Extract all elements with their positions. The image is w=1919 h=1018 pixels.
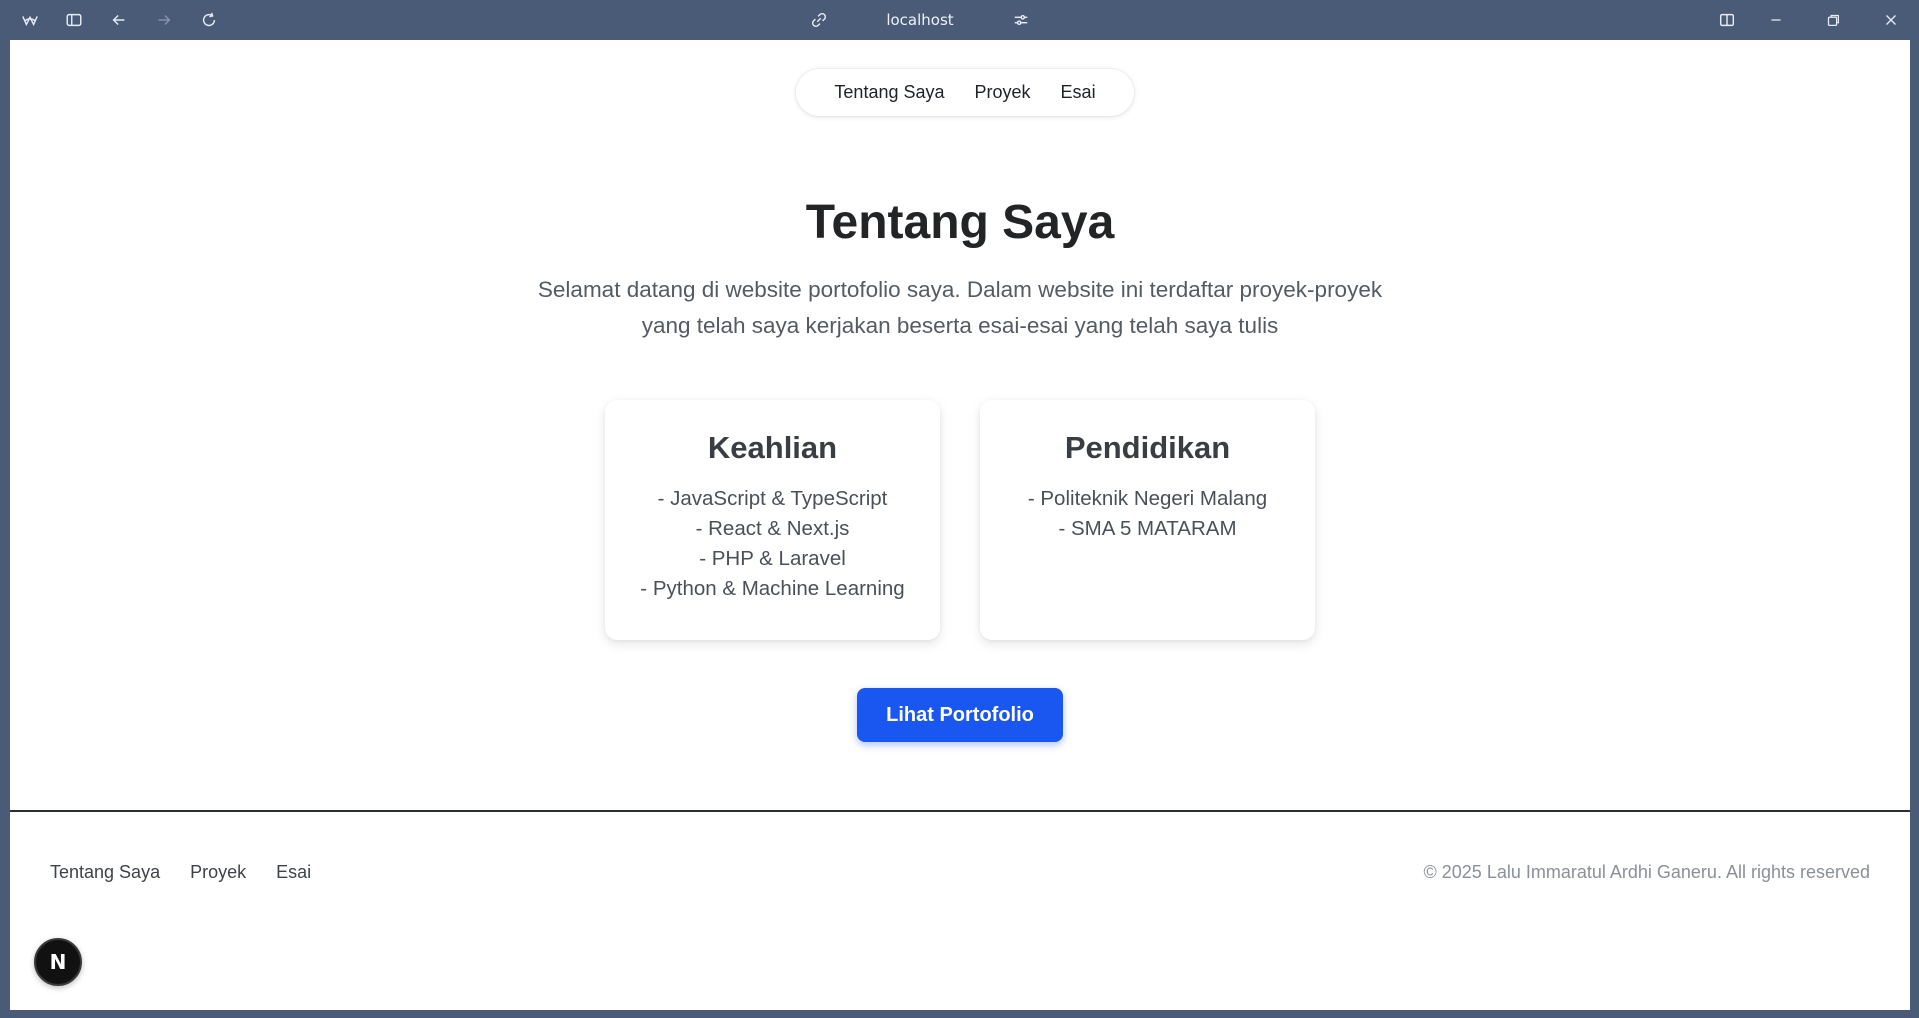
- page-viewport: Tentang Saya Proyek Esai Tentang Saya Se…: [10, 40, 1910, 1010]
- sidebar-toggle-icon[interactable]: [52, 0, 96, 40]
- minimize-icon[interactable]: [1754, 0, 1798, 40]
- list-item: - Politeknik Negeri Malang: [1027, 487, 1268, 510]
- site-settings-icon[interactable]: [1012, 11, 1030, 29]
- page-title: Tentang Saya: [805, 196, 1115, 249]
- restore-icon[interactable]: [1811, 0, 1855, 40]
- skills-list: - JavaScript & TypeScript - React & Next…: [605, 484, 940, 604]
- dev-badge-label: N: [49, 950, 67, 974]
- hero-subtitle: Selamat datang di website portofolio say…: [537, 277, 1383, 338]
- browser-titlebar: localhost: [0, 0, 1919, 40]
- top-nav: Tentang Saya Proyek Esai: [796, 69, 1134, 116]
- back-arrow-icon[interactable]: [97, 0, 141, 40]
- view-portfolio-button[interactable]: Lihat Portofolio: [857, 688, 1063, 742]
- nav-link-esai[interactable]: Esai: [1061, 82, 1096, 103]
- nav-link-tentang-saya[interactable]: Tentang Saya: [834, 82, 944, 103]
- footer-link-proyek[interactable]: Proyek: [190, 862, 246, 883]
- forward-arrow-icon[interactable]: [142, 0, 186, 40]
- footer-nav: Tentang Saya Proyek Esai: [50, 862, 311, 883]
- link-icon: [810, 11, 828, 29]
- url-text[interactable]: localhost: [886, 11, 953, 29]
- nextjs-logo-icon[interactable]: N: [34, 938, 82, 986]
- education-list: - Politeknik Negeri Malang - SMA 5 MATAR…: [980, 484, 1315, 544]
- footer-divider: [10, 810, 1910, 812]
- footer-link-esai[interactable]: Esai: [276, 862, 311, 883]
- list-item: - SMA 5 MATARAM: [1058, 517, 1237, 540]
- list-item: - React & Next.js: [695, 517, 850, 540]
- education-card: Pendidikan - Politeknik Negeri Malang - …: [980, 400, 1315, 640]
- nav-link-proyek[interactable]: Proyek: [975, 82, 1031, 103]
- browser-logo-icon[interactable]: [8, 0, 52, 40]
- list-item: - Python & Machine Learning: [640, 577, 905, 600]
- card-title: Pendidikan: [1064, 430, 1231, 465]
- reload-icon[interactable]: [187, 0, 231, 40]
- card-title: Keahlian: [707, 430, 838, 465]
- list-item: - PHP & Laravel: [699, 547, 846, 570]
- copyright-text: © 2025 Lalu Immaratul Ardhi Ganeru. All …: [1423, 862, 1870, 882]
- split-view-icon[interactable]: [1705, 0, 1749, 40]
- address-bar[interactable]: localhost: [810, 0, 1030, 40]
- list-item: - JavaScript & TypeScript: [657, 487, 888, 510]
- skills-card: Keahlian - JavaScript & TypeScript - Rea…: [605, 400, 940, 640]
- close-icon[interactable]: [1863, 0, 1919, 40]
- footer-link-tentang-saya[interactable]: Tentang Saya: [50, 862, 160, 883]
